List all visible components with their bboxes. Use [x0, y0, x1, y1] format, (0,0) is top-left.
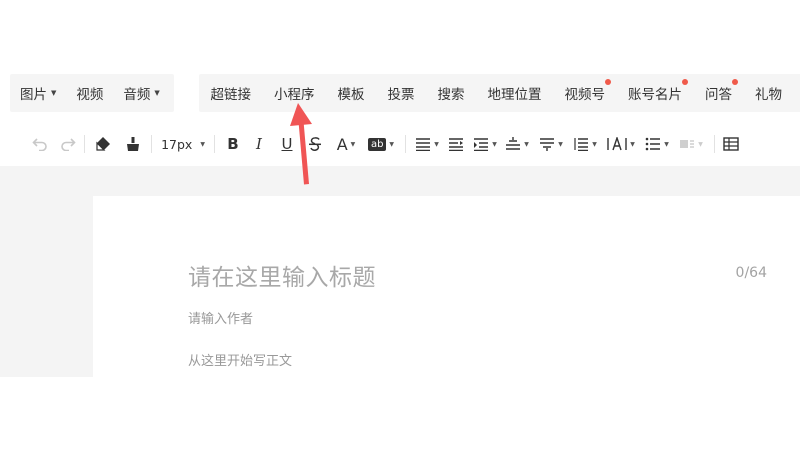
editor-workspace: 请在这里输入标题 0/64 请输入作者 从这里开始写正文: [0, 166, 800, 377]
editor-paper: 请在这里输入标题 0/64 请输入作者 从这里开始写正文: [93, 196, 800, 377]
line-spacing-top-icon[interactable]: ▼: [500, 130, 534, 158]
title-input[interactable]: 请在这里输入标题: [188, 258, 376, 292]
indent-icon[interactable]: ▼: [470, 130, 500, 158]
first-line-indent-icon[interactable]: [442, 130, 470, 158]
align-icon[interactable]: ▼: [412, 130, 442, 158]
format-painter-icon[interactable]: [121, 130, 145, 158]
menu-audio-label: 音频: [123, 87, 151, 103]
menu-qa[interactable]: 问答: [705, 79, 738, 103]
line-spacing-bottom-icon[interactable]: ▼: [534, 130, 568, 158]
underline-button[interactable]: U: [273, 130, 301, 158]
caret-down-icon: ▼: [350, 140, 356, 148]
menu-gift-label: 礼物: [755, 87, 782, 103]
underline-label: U: [281, 135, 293, 153]
toolbar-divider: [405, 135, 406, 153]
menu-account-card[interactable]: 账号名片: [628, 79, 688, 103]
background-color-button[interactable]: ab ▼: [363, 130, 399, 158]
insert-menu: 图片 ▼ 视频 音频 ▼ 超链接 小程序 模板 投票 搜索 地理位置 视频号 账…: [0, 74, 800, 112]
toolbar-divider: [214, 135, 215, 153]
letter-spacing-icon[interactable]: ▼: [602, 130, 640, 158]
menu-location[interactable]: 地理位置: [488, 83, 542, 103]
font-size-value: 17px: [161, 136, 193, 152]
menu-audio[interactable]: 音频 ▼: [123, 83, 159, 103]
menu-template[interactable]: 模板: [338, 83, 365, 103]
caret-down-icon: ▼: [389, 140, 395, 148]
media-menu-group: 图片 ▼ 视频 音频 ▼: [10, 74, 174, 112]
block-style-icon[interactable]: ▼: [674, 130, 708, 158]
menu-channels[interactable]: 视频号: [564, 79, 611, 103]
table-icon[interactable]: [721, 130, 741, 158]
notification-dot: [605, 79, 611, 85]
toolbar-divider: [84, 135, 85, 153]
menu-location-label: 地理位置: [487, 87, 542, 103]
bold-label: B: [227, 135, 239, 153]
font-color-button[interactable]: A ▼: [329, 130, 363, 158]
toolbar-divider: [151, 135, 152, 153]
menu-mini-program-label: 小程序: [274, 87, 315, 103]
format-toolbar: 17px ▼ B I U A ▼ ab ▼ ▼ ▼ ▼ ▼ ▼ ▼ ▼ ▼: [0, 122, 800, 166]
insert-menu-group: 超链接 小程序 模板 投票 搜索 地理位置 视频号 账号名片 问答 礼物: [199, 74, 800, 112]
caret-down-icon: ▼: [630, 140, 635, 148]
caret-down-icon: ▼: [558, 140, 563, 148]
caret-down-icon: ▼: [664, 140, 669, 148]
menu-vote[interactable]: 投票: [388, 83, 415, 103]
caret-down-icon: ▼: [434, 140, 439, 148]
font-color-label: A: [336, 134, 348, 154]
menu-qa-label: 问答: [705, 87, 732, 103]
menu-search-label: 搜索: [437, 87, 465, 103]
menu-video-label: 视频: [76, 87, 104, 103]
caret-down-icon: ▼: [154, 89, 160, 97]
menu-hyperlink[interactable]: 超链接: [211, 83, 252, 103]
caret-down-icon: ▼: [51, 89, 57, 97]
menu-gift[interactable]: 礼物: [755, 83, 782, 103]
menu-hyperlink-label: 超链接: [210, 87, 252, 103]
caret-down-icon: ▼: [592, 140, 597, 148]
title-char-counter: 0/64: [735, 265, 767, 281]
bullet-list-icon[interactable]: ▼: [640, 130, 674, 158]
menu-mini-program[interactable]: 小程序: [274, 83, 315, 103]
menu-search[interactable]: 搜索: [438, 83, 465, 103]
line-height-icon[interactable]: ▼: [568, 130, 602, 158]
italic-label: I: [256, 135, 262, 153]
toolbar-divider: [714, 135, 715, 153]
caret-down-icon: ▼: [492, 140, 497, 148]
menu-vote-label: 投票: [387, 87, 415, 103]
caret-down-icon: ▼: [524, 140, 529, 148]
menu-account-card-label: 账号名片: [628, 87, 682, 103]
eraser-icon[interactable]: [91, 130, 115, 158]
caret-down-icon: ▼: [698, 140, 703, 148]
caret-down-icon: ▼: [200, 140, 205, 148]
author-input[interactable]: 请输入作者: [188, 308, 253, 327]
notification-dot: [732, 79, 738, 85]
bold-button[interactable]: B: [221, 130, 245, 158]
font-size-select[interactable]: 17px ▼: [158, 130, 208, 158]
notification-dot: [682, 79, 688, 85]
italic-button[interactable]: I: [245, 130, 273, 158]
undo-icon[interactable]: [30, 130, 50, 158]
menu-image[interactable]: 图片 ▼: [20, 83, 56, 103]
background-color-label: ab: [367, 137, 387, 151]
menu-template-label: 模板: [337, 87, 365, 103]
redo-icon[interactable]: [58, 130, 78, 158]
menu-channels-label: 视频号: [564, 87, 606, 103]
strikethrough-icon[interactable]: [301, 130, 329, 158]
body-editor[interactable]: 从这里开始写正文: [188, 350, 292, 369]
menu-image-label: 图片: [20, 87, 47, 103]
menu-video[interactable]: 视频: [76, 83, 103, 103]
